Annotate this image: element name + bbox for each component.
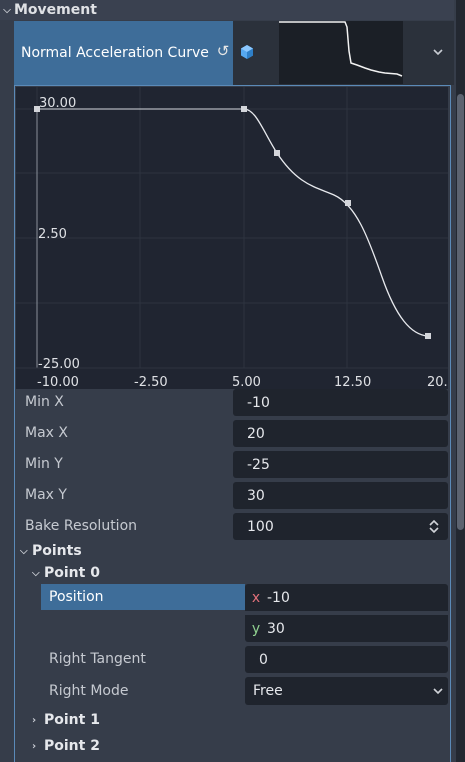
position-x-field[interactable]: x -10 [245, 584, 448, 611]
point-2-header[interactable]: › Point 2 [32, 737, 100, 755]
property-label: Normal Acceleration Curve [21, 45, 209, 61]
point-0-label: Point 0 [44, 565, 100, 581]
chevron-down-icon [433, 688, 443, 695]
cube-icon[interactable] [239, 44, 255, 60]
point-0-header[interactable]: ⌵ Point 0 [32, 564, 100, 582]
spin-arrows-icon[interactable] [428, 519, 440, 534]
curve-points[interactable] [34, 106, 431, 339]
chevron-right-icon: › [32, 740, 37, 752]
x-tick-label: -2.50 [134, 375, 168, 389]
position-y-field[interactable]: y 30 [245, 615, 448, 642]
right-mode-dropdown[interactable]: Free [245, 677, 448, 705]
max-y-field[interactable]: 30 [233, 482, 448, 509]
points-label: Points [32, 543, 82, 559]
point-1-header[interactable]: › Point 1 [32, 711, 100, 729]
max-x-label: Max X [25, 425, 68, 441]
position-label-text: Position [49, 589, 104, 605]
right-tangent-field[interactable]: 0 [245, 646, 448, 673]
right-tangent-label: Right Tangent [49, 651, 146, 667]
x-axis-label: x [251, 589, 261, 606]
x-tick-label: -10.00 [37, 375, 79, 389]
revert-icon[interactable]: ↺ [215, 43, 231, 59]
points-group-header[interactable]: ⌵ Points [20, 542, 82, 560]
y-axis-label: y [251, 620, 261, 637]
curve-line [243, 108, 429, 337]
scrollbar-thumb[interactable] [457, 94, 464, 530]
y-tick-label: 30.00 [39, 96, 76, 111]
property-label-normal-acceleration-curve[interactable]: Normal Acceleration Curve ↺ [14, 21, 233, 85]
chevron-down-icon[interactable] [428, 44, 448, 60]
curve-preview-thumbnail[interactable] [279, 21, 403, 84]
bake-resolution-spinbox[interactable]: 100 [233, 513, 448, 540]
min-y-label: Min Y [25, 456, 63, 472]
y-tick-label: -25.00 [38, 357, 80, 372]
right-mode-value: Free [253, 683, 283, 699]
bake-resolution-value: 100 [247, 518, 274, 535]
section-title: Movement [14, 2, 97, 18]
min-y-field[interactable]: -25 [233, 451, 448, 478]
curve-editor[interactable]: 30.00 2.50 -25.00 -10.00 -2.50 5.00 12.5… [16, 87, 448, 389]
max-y-label: Max Y [25, 487, 67, 503]
min-x-label: Min X [25, 394, 64, 410]
chevron-down-icon: ⌵ [3, 4, 11, 16]
min-x-field[interactable]: -10 [233, 389, 448, 416]
curve-grid [16, 87, 448, 369]
position-label[interactable]: Position [41, 584, 245, 610]
bake-resolution-label: Bake Resolution [25, 518, 138, 534]
chevron-down-icon: ⌵ [20, 545, 28, 557]
point-1-label: Point 1 [44, 712, 100, 728]
x-tick-label: 20. [427, 375, 448, 389]
max-x-field[interactable]: 20 [233, 420, 448, 447]
section-header-movement[interactable]: ⌵ Movement [0, 0, 454, 20]
x-tick-label: 5.00 [232, 375, 261, 389]
chevron-down-icon: ⌵ [32, 567, 40, 579]
point-2-label: Point 2 [44, 738, 100, 754]
position-y-value: 30 [267, 620, 285, 637]
x-tick-label: 12.50 [334, 375, 371, 389]
position-x-value: -10 [267, 589, 290, 606]
right-mode-label: Right Mode [49, 683, 129, 699]
chevron-right-icon: › [32, 714, 37, 726]
y-tick-label: 2.50 [38, 227, 67, 242]
